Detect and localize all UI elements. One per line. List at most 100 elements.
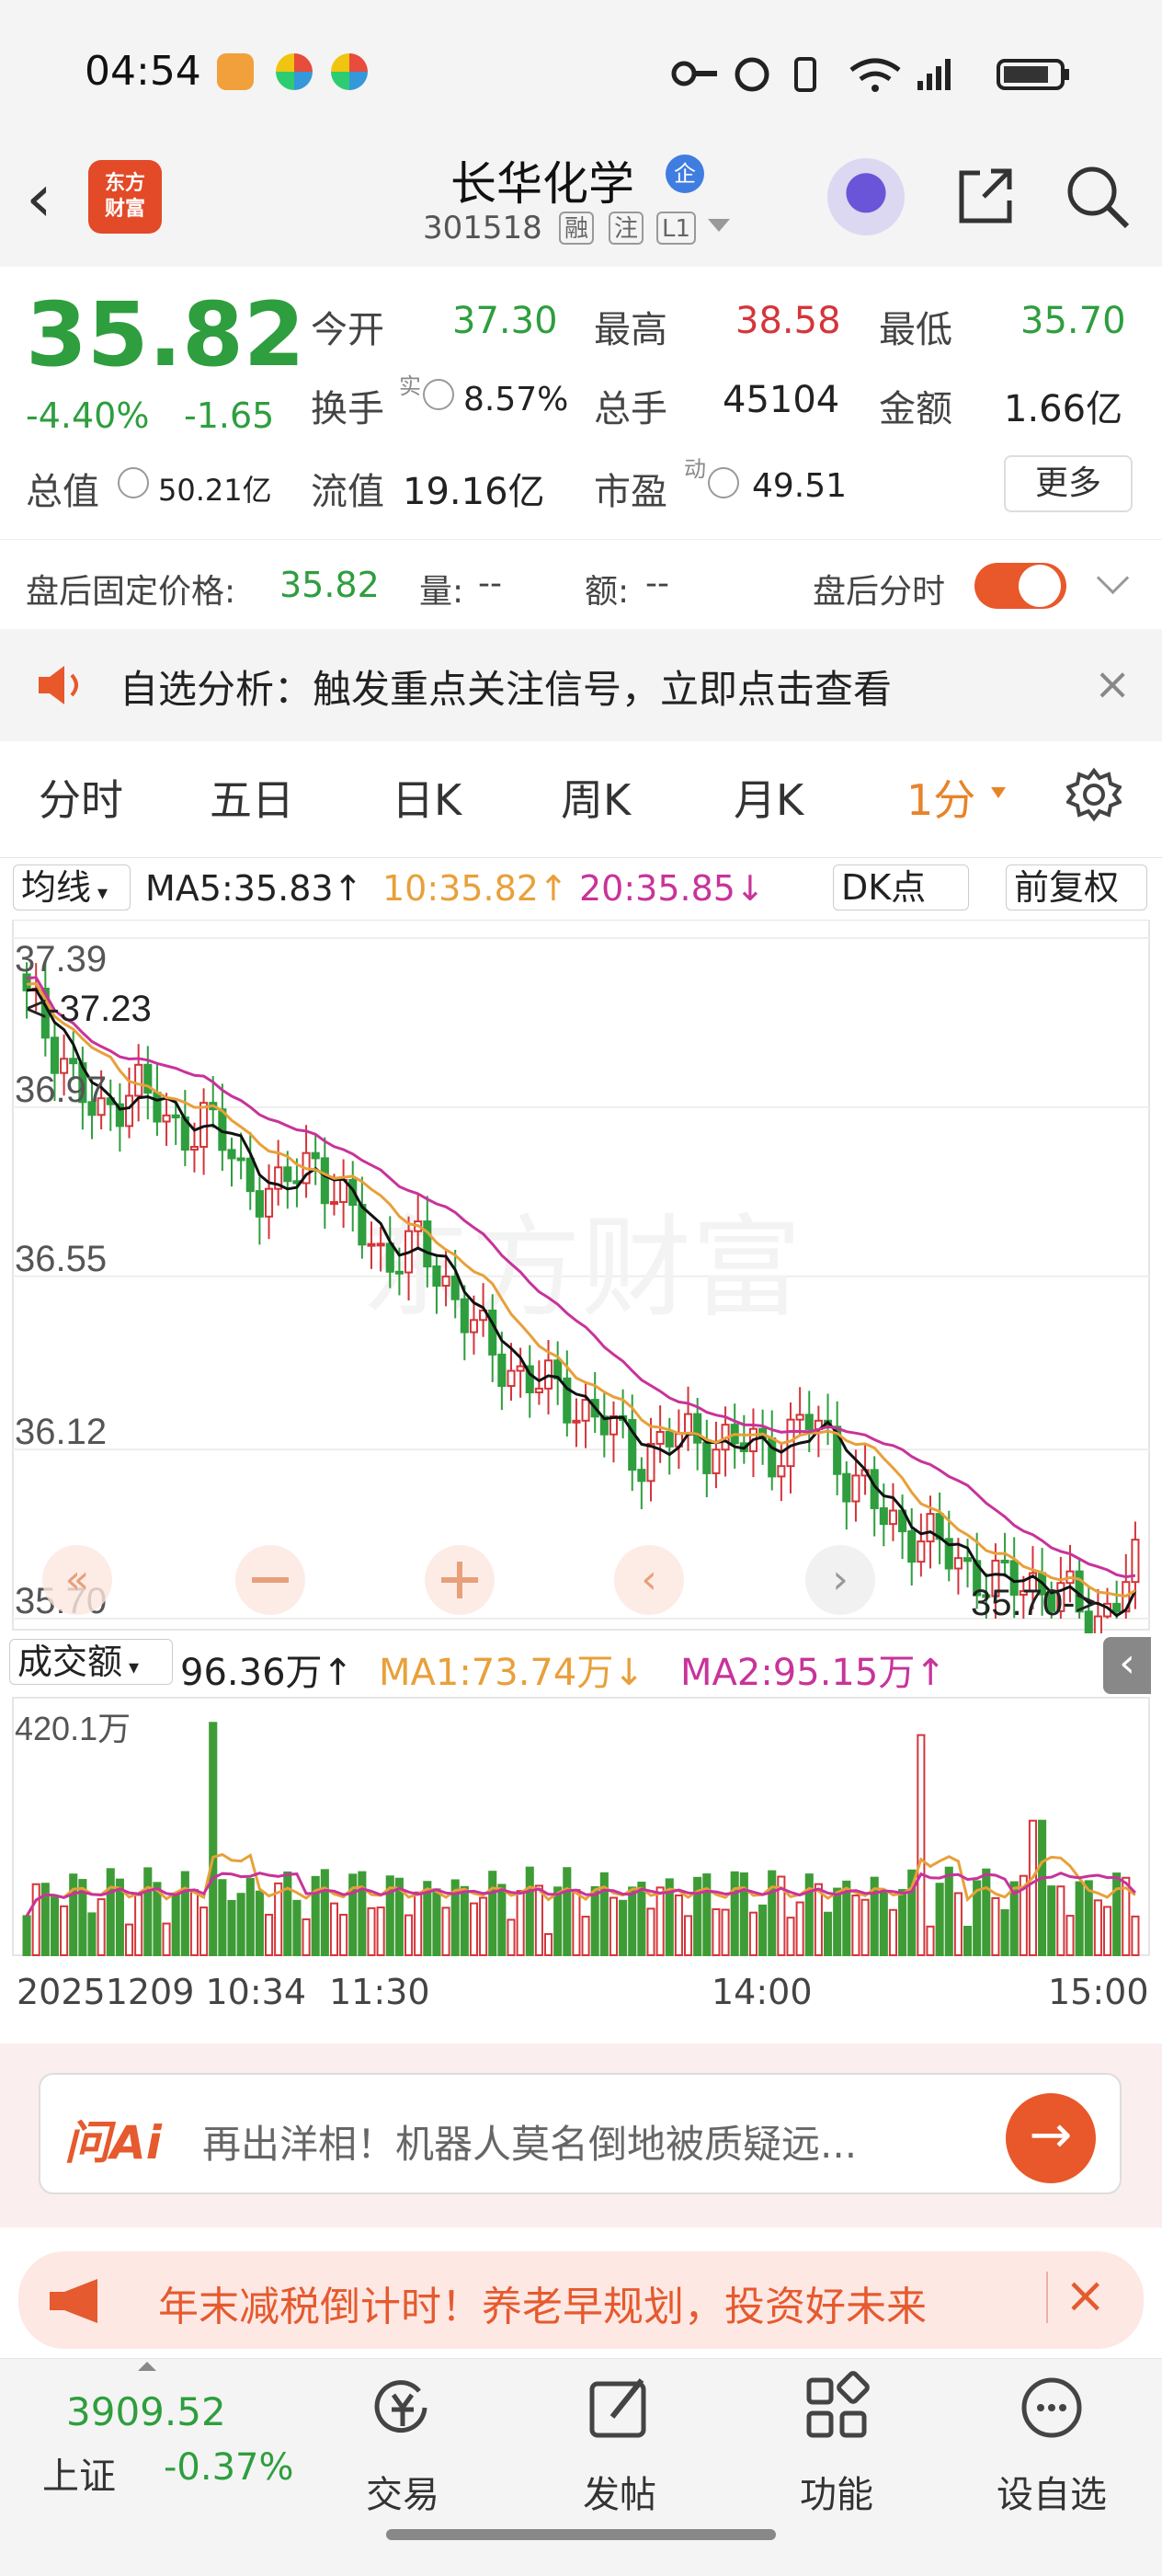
tab-daily-k[interactable]: 日K — [392, 767, 461, 828]
status-time: 04:54 — [85, 48, 201, 95]
share-icon[interactable] — [952, 162, 1019, 228]
volume-bar — [404, 1914, 414, 1957]
volume-bar — [944, 1866, 953, 1956]
dk-point-selector[interactable]: DK点 — [833, 864, 969, 910]
volume-bar — [302, 1918, 311, 1956]
more-button[interactable]: 更多 — [1004, 455, 1133, 512]
tab-weekly-k[interactable]: 周K — [561, 767, 631, 828]
ma-selector[interactable]: 均线 ▾ — [13, 864, 131, 910]
candle-body — [963, 1557, 973, 1563]
market-cap-label: 总值 — [26, 471, 99, 513]
nav-post[interactable]: 发帖 — [564, 2465, 675, 2518]
candle-body — [712, 1448, 721, 1474]
y-tick-label: 36.55 — [15, 1239, 107, 1279]
adjust-selector[interactable]: 前复权 — [1006, 864, 1147, 910]
volume-bar — [124, 1923, 134, 1957]
candle-body — [507, 1369, 516, 1387]
ai-logo: 问Ai — [64, 2116, 162, 2170]
search-icon[interactable] — [1063, 162, 1133, 232]
chevron-down-icon[interactable] — [991, 787, 1006, 798]
arrow-right-icon[interactable]: → — [1006, 2093, 1096, 2183]
high-marker: <-37.23 — [26, 989, 152, 1029]
volume-bar — [879, 1890, 888, 1956]
candle-body — [637, 1469, 646, 1483]
volume-bar — [283, 1871, 292, 1956]
volume-bar — [97, 1898, 106, 1956]
volume-bar — [534, 1884, 543, 1956]
tab-monthly-k[interactable]: 月K — [734, 767, 803, 828]
float-cap-value: 19.16亿 — [403, 471, 545, 513]
volume-chart[interactable]: 420.1万 — [0, 1692, 1162, 1968]
collapse-panel-button[interactable]: ‹ — [1103, 1637, 1151, 1694]
system-status-icons — [671, 57, 1069, 92]
robot-assistant-icon[interactable] — [827, 158, 905, 235]
candle-body — [255, 1190, 264, 1218]
price-chart[interactable]: 东方财富 37.3936.9736.5536.1235.70 <-37.23 3… — [0, 920, 1162, 1633]
candle-body — [693, 1413, 702, 1444]
close-icon[interactable]: × — [1065, 2266, 1106, 2324]
tab-five-day[interactable]: 五日 — [210, 767, 294, 828]
trade-icon[interactable] — [366, 2371, 439, 2444]
after-hours-volume: -- — [478, 565, 502, 602]
info-icon[interactable] — [423, 379, 454, 410]
tab-1-minute[interactable]: 1分 — [906, 767, 975, 828]
pe-value: 49.51 — [752, 467, 848, 505]
volume-bar — [180, 1871, 189, 1956]
volume-bar — [209, 1722, 218, 1956]
last-price: 35.82 — [26, 283, 305, 386]
back-icon[interactable]: ‹ — [26, 165, 72, 231]
volume-bar — [134, 1894, 143, 1956]
volume-bar — [888, 1908, 898, 1956]
volume-bar — [963, 1926, 973, 1957]
candle-body — [795, 1414, 804, 1421]
functions-icon[interactable] — [800, 2371, 873, 2444]
volume-bar — [218, 1879, 227, 1956]
candle-body — [385, 1242, 394, 1273]
y-tick-label: 37.39 — [15, 939, 107, 979]
nav-trade[interactable]: 交易 — [347, 2465, 458, 2518]
volume-bar — [1047, 1885, 1056, 1956]
chevron-up-icon[interactable] — [138, 2362, 156, 2371]
nav-functions[interactable]: 功能 — [781, 2465, 892, 2518]
volume-bar — [683, 1915, 693, 1956]
candle-body — [432, 1265, 441, 1288]
index-name[interactable]: 上证 — [42, 2446, 116, 2500]
time-axis-afternoon: 14:00 — [712, 1972, 813, 2012]
volume-bar — [702, 1873, 712, 1956]
volume-bar — [721, 1908, 730, 1956]
index-value[interactable]: 3909.52 — [66, 2389, 226, 2434]
volume-bar — [619, 1899, 628, 1956]
candle-body — [655, 1430, 665, 1445]
gear-icon[interactable] — [1066, 767, 1122, 822]
candle-body — [171, 1114, 180, 1119]
candle-body — [534, 1387, 543, 1393]
chevron-down-icon[interactable] — [708, 219, 730, 232]
candle-body — [953, 1557, 963, 1570]
volume-bar — [833, 1887, 842, 1957]
y-tick-label: 36.97 — [15, 1070, 107, 1110]
low-marker: 35.70-> — [971, 1583, 1097, 1623]
info-icon[interactable] — [708, 467, 739, 498]
tab-intraday[interactable]: 分时 — [39, 767, 123, 828]
info-icon[interactable] — [118, 467, 149, 498]
index-change[interactable]: -0.37% — [164, 2446, 294, 2489]
double-chevron-left-icon: « — [65, 1556, 90, 1603]
close-icon[interactable]: × — [1094, 658, 1131, 710]
after-hours-toggle-label: 盘后分时 — [813, 573, 946, 611]
high-value: 38.58 — [735, 300, 841, 342]
volume-selector[interactable]: 成交额 ▾ — [9, 1639, 173, 1685]
volume-bar — [189, 1889, 199, 1956]
megaphone-icon — [50, 2279, 97, 2323]
post-icon[interactable] — [583, 2371, 656, 2444]
volume-bar — [320, 1869, 329, 1957]
nav-add-watchlist[interactable]: 设自选 — [997, 2465, 1107, 2518]
volume-bar — [245, 1878, 255, 1957]
volume-bar — [1065, 1915, 1075, 1956]
volume-bar — [255, 1890, 264, 1956]
more-options-icon[interactable] — [1015, 2371, 1088, 2444]
volume-bar — [441, 1906, 450, 1956]
ai-prompt-text[interactable]: 再出洋相！机器人莫名倒地被质疑远... — [202, 2113, 857, 2170]
volume-bar — [804, 1873, 814, 1956]
speaker-icon — [39, 666, 78, 704]
candle-body — [320, 1157, 329, 1205]
